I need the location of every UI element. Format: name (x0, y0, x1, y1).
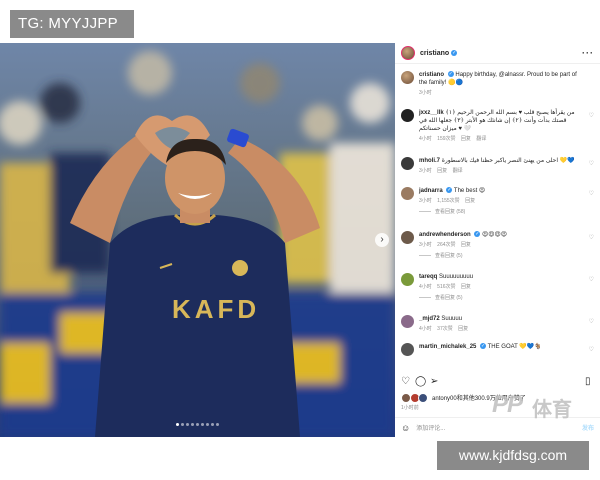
view-replies-button[interactable]: 查看回复 (5) (419, 294, 579, 302)
comment-text: THE GOAT 💛💙🐐 (487, 344, 542, 350)
comment-time: 4小时 (419, 136, 432, 142)
comment-text: The best 😍 (453, 188, 486, 194)
carousel-dots (0, 413, 395, 431)
verified-icon: ✓ (446, 187, 453, 194)
post-photo[interactable]: KAFD › (0, 43, 395, 437)
comment-user[interactable]: tareqq (419, 274, 437, 280)
verified-icon: ✓ (474, 231, 481, 238)
avatar (418, 393, 429, 403)
comment-likes[interactable]: 264次赞 (437, 242, 455, 248)
brand-watermark-pp: PP (492, 391, 523, 418)
comment-user[interactable]: jadnarra (419, 188, 443, 194)
instagram-post: KAFD › cristiano ✓ ··· cristiano ✓ Happy… (0, 43, 600, 437)
caption-user[interactable]: cristiano (419, 72, 444, 78)
player-illustration: KAFD (0, 43, 395, 437)
post-date: 1小时前 (401, 405, 419, 411)
heart-icon[interactable]: ♡ (589, 234, 594, 241)
comment-icon[interactable]: ◯ (415, 377, 426, 387)
carousel-dot[interactable] (201, 423, 204, 426)
comment-user[interactable]: martin_michalek_25 (419, 344, 476, 350)
avatar[interactable] (401, 157, 414, 170)
chevron-right-icon[interactable]: › (375, 233, 389, 247)
more-options-icon[interactable]: ··· (582, 48, 594, 58)
heart-icon[interactable]: ♡ (589, 318, 594, 325)
comment-user[interactable]: jxxz__llk (419, 110, 444, 116)
heart-icon[interactable]: ♡ (589, 160, 594, 167)
heart-icon[interactable]: ♡ (589, 190, 594, 197)
comment-user[interactable]: mholi.7 (419, 158, 440, 164)
comments-list: cristiano ✓ Happy birthday, @alnassr. Pr… (395, 65, 600, 365)
brand-watermark: PP 体育 (492, 391, 582, 421)
comment-likes[interactable]: 1,155次赞 (437, 198, 460, 204)
avatar[interactable] (401, 343, 414, 356)
post-header: cristiano ✓ ··· (395, 43, 600, 64)
carousel-dot[interactable] (211, 423, 214, 426)
reply-button[interactable]: 回复 (461, 284, 471, 290)
reply-button[interactable]: 回复 (461, 136, 471, 142)
avatar[interactable] (401, 71, 414, 84)
emoji-icon[interactable]: ☺ (401, 423, 410, 433)
comment-likes[interactable]: 159次赞 (437, 136, 455, 142)
share-icon[interactable]: ➢ (430, 377, 438, 387)
reply-button[interactable]: 回复 (437, 168, 447, 174)
caption-time: 3小时 (419, 90, 432, 96)
post-side-panel: cristiano ✓ ··· cristiano ✓ Happy birthd… (395, 43, 600, 437)
carousel-dot[interactable] (191, 423, 194, 426)
comment-text: Suuuuu (441, 316, 463, 322)
reply-button[interactable]: 回复 (461, 242, 471, 248)
post-comment-button[interactable]: 发布 (582, 423, 594, 432)
heart-icon[interactable]: ♡ (401, 377, 410, 387)
jersey-text: KAFD (172, 294, 260, 324)
carousel-dot[interactable] (196, 423, 199, 426)
bookmark-icon[interactable]: ▯ (585, 377, 591, 387)
comment-likes[interactable]: 37次赞 (437, 326, 453, 332)
reply-button[interactable]: 回复 (458, 326, 468, 332)
translate-button[interactable]: 翻译 (476, 136, 486, 142)
carousel-dot[interactable] (186, 423, 189, 426)
comment-text: 😍😍😍😍 (482, 232, 508, 238)
watermark-url: www.kjdfdsg.com (437, 441, 589, 470)
avatar[interactable] (401, 109, 414, 122)
reply-button[interactable]: 回复 (465, 198, 475, 204)
verified-icon: ✓ (447, 71, 454, 78)
comment-user[interactable]: _mjd72 (419, 316, 440, 322)
carousel-dot[interactable] (216, 423, 219, 426)
comment-text: احلى من يهنئ النصر ياكبر حظنا فيك بالاسط… (441, 158, 575, 164)
avatar[interactable] (401, 231, 414, 244)
comment-time: 4小时 (419, 284, 432, 290)
comment-input[interactable]: 添加评论... (416, 423, 582, 432)
watermark-tag: TG: MYYJJPP (10, 10, 134, 38)
action-bar: ♡ ◯ ➢ ▯ (401, 377, 594, 389)
heart-icon[interactable]: ♡ (589, 346, 594, 353)
translate-button[interactable]: 翻译 (453, 168, 463, 174)
heart-icon[interactable]: ♡ (589, 112, 594, 119)
avatar[interactable] (401, 46, 415, 60)
avatar[interactable] (401, 273, 414, 286)
brand-watermark-text: 体育 (532, 399, 572, 421)
comment-text: Suuuuuuuuu (439, 274, 474, 280)
author-name[interactable]: cristiano (420, 50, 449, 57)
comment-user[interactable]: andrewhenderson (419, 232, 471, 238)
carousel-dot[interactable] (181, 423, 184, 426)
comment-likes[interactable]: 516次赞 (437, 284, 455, 290)
view-replies-button[interactable]: 查看回复 (5) (419, 252, 579, 260)
heart-icon[interactable]: ♡ (589, 276, 594, 283)
comment-time: 3小时 (419, 242, 432, 248)
carousel-dot[interactable] (176, 423, 179, 426)
carousel-dot[interactable] (206, 423, 209, 426)
avatar[interactable] (401, 187, 414, 200)
avatar[interactable] (401, 315, 414, 328)
verified-icon: ✓ (480, 343, 487, 350)
comment-time: 3小时 (419, 168, 432, 174)
comment-time: 4小时 (419, 326, 432, 332)
view-replies-button[interactable]: 查看回复 (58) (419, 208, 579, 216)
comment-time: 3小时 (419, 198, 432, 204)
verified-icon: ✓ (451, 50, 458, 56)
